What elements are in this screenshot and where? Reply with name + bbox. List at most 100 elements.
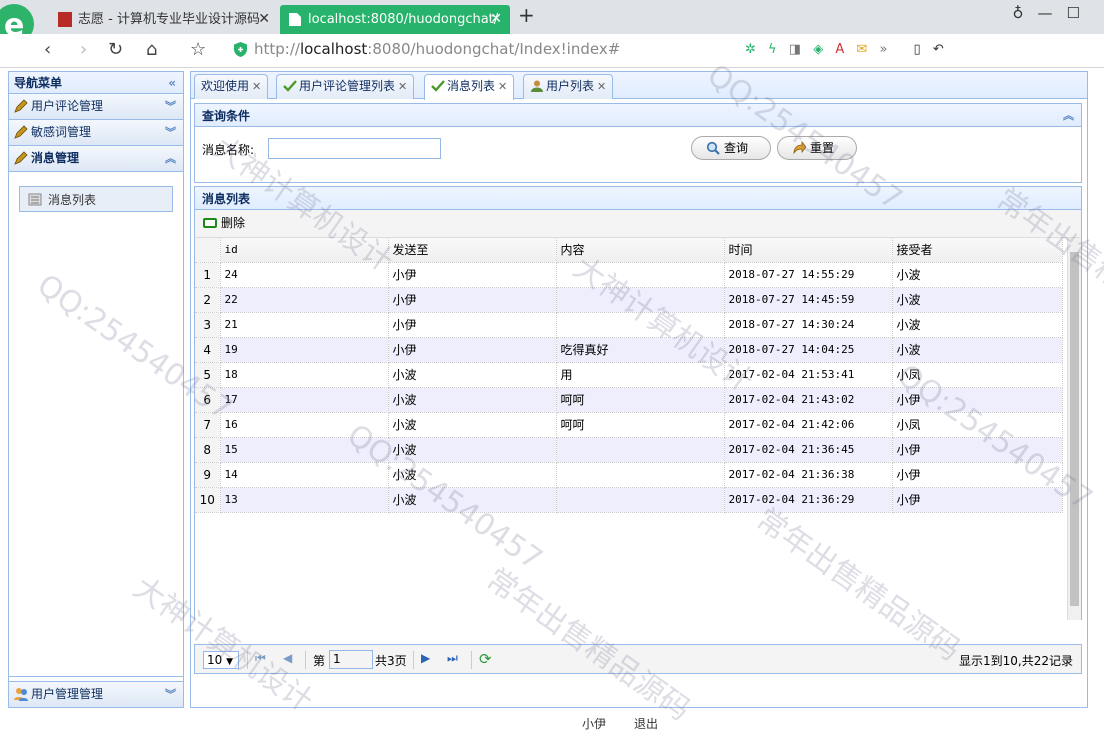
message-name-input[interactable] (268, 138, 441, 159)
translate-icon[interactable]: A (835, 42, 844, 57)
column-header-id[interactable]: id (220, 238, 389, 263)
pencil-icon (14, 99, 28, 113)
cell-content: 用 (556, 362, 725, 388)
tab-comment-list[interactable]: 用户评论管理列表 ✕ (276, 74, 415, 99)
cell-receiver: 小波 (892, 287, 1063, 313)
reload-icon[interactable]: ↻ (108, 39, 123, 60)
cell-id: 16 (220, 412, 389, 438)
reset-button[interactable]: 重置 (777, 136, 857, 160)
url-field[interactable]: http://localhost:8080/huodongchat/Index!… (228, 38, 728, 64)
cell-time: 2017-02-04 21:53:41 (724, 362, 893, 388)
first-page-icon[interactable]: ⏮ (255, 651, 266, 666)
scrollbar-thumb[interactable] (1070, 252, 1079, 606)
table-row[interactable]: 1 24 小伊 2018-07-27 14:55:29 小波 (195, 262, 1063, 288)
table-row[interactable]: 10 13 小波 2017-02-04 21:36:29 小伊 (195, 487, 1063, 513)
tab-welcome[interactable]: 欢迎使用 ✕ (194, 74, 269, 99)
nav-section-users[interactable]: 用户管理管理 ︾ (9, 681, 183, 707)
message-name-label: 消息名称: (202, 143, 255, 157)
cell-time: 2017-02-04 21:43:02 (724, 387, 893, 413)
back-arrow-icon[interactable]: ‹ (44, 39, 51, 60)
phone-icon[interactable]: ▯ (914, 42, 921, 57)
nav-section-label: 敏感词管理 (31, 125, 92, 139)
logout-link[interactable]: 退出 (634, 715, 658, 732)
new-tab-plus-icon[interactable]: + (518, 3, 535, 27)
table-row[interactable]: 7 16 小波 呵呵 2017-02-04 21:42:06 小凤 (195, 412, 1063, 438)
column-header-receiver[interactable]: 接受者 (892, 238, 1063, 263)
shield-icon (234, 42, 247, 57)
search-button-label: 查询 (724, 141, 749, 155)
cell-id: 19 (220, 337, 389, 363)
close-icon[interactable]: ✕ (490, 5, 502, 34)
home-icon[interactable]: ⌂ (146, 39, 157, 60)
main-panel: 欢迎使用 ✕ 用户评论管理列表 ✕ 消息列表 ✕ 用户列表 ✕ 查询条件 ︽ 消息名称: (190, 71, 1088, 708)
search-button[interactable]: 查询 (691, 136, 771, 160)
tab-label: 消息列表 (447, 79, 496, 93)
close-icon[interactable]: ✕ (252, 80, 261, 93)
grid-toolbar: 删除 (194, 210, 1082, 238)
delete-icon (203, 218, 217, 228)
table-row[interactable]: 3 21 小伊 2018-07-27 14:30:24 小波 (195, 312, 1063, 338)
close-icon[interactable]: ✕ (498, 80, 507, 93)
table-row[interactable]: 6 17 小波 呵呵 2017-02-04 21:43:02 小伊 (195, 387, 1063, 413)
page-number-input[interactable]: 1 (329, 650, 373, 669)
column-header-content[interactable]: 内容 (556, 238, 725, 263)
page-size-select[interactable]: 10 ▼ (203, 651, 239, 669)
collapse-left-icon[interactable]: « (168, 72, 176, 94)
cell-id: 15 (220, 437, 389, 463)
nav-section-messages[interactable]: 消息管理 ︽ (9, 146, 183, 172)
cell-time: 2018-07-27 14:55:29 (724, 262, 893, 288)
cell-send-to: 小波 (388, 387, 557, 413)
column-header-time[interactable]: 时间 (724, 238, 893, 263)
chevron-up-icon[interactable]: ︽ (1063, 104, 1074, 128)
forward-arrow-icon[interactable]: › (80, 39, 87, 60)
cell-content (556, 462, 725, 488)
tab-message-list[interactable]: 消息列表 ✕ (424, 74, 515, 100)
table-row[interactable]: 4 19 小伊 吃得真好 2018-07-27 14:04:25 小波 (195, 337, 1063, 363)
nav-section-sensitive-words[interactable]: 敏感词管理 ︾ (9, 120, 183, 146)
vertical-scrollbar[interactable] (1067, 238, 1081, 620)
cell-send-to: 小伊 (388, 312, 557, 338)
chevron-down-icon[interactable]: ︾ (165, 120, 176, 145)
close-icon[interactable]: ✕ (597, 80, 606, 93)
shirt-icon[interactable]: ♁ (1013, 4, 1038, 22)
table-row[interactable]: 8 15 小波 2017-02-04 21:36:45 小伊 (195, 437, 1063, 463)
extension-icons: ✲ ϟ ◨ ◈ A ✉ » ▯ ↶ (745, 42, 952, 57)
browser-tab-1[interactable]: 志愿 - 计算机专业毕业设计源码 ✕ (50, 5, 278, 34)
mail-icon[interactable]: ✉ (856, 42, 867, 57)
shield-extension-icon[interactable]: ◈ (813, 42, 823, 57)
pagination-bar: 10 ▼ ⏮ ◀ 第 1 共3页 ▶ ⏭ ⟳ 显示1到10,共22记录 (194, 644, 1082, 674)
more-icon[interactable]: » (879, 42, 887, 57)
tab-user-list[interactable]: 用户列表 ✕ (523, 74, 614, 99)
window-controls[interactable]: ♁—☐ (1013, 4, 1094, 22)
chevron-down-icon[interactable]: ︾ (165, 682, 176, 707)
next-page-icon[interactable]: ▶ (421, 651, 430, 665)
lightning-icon[interactable]: ϟ (768, 42, 777, 57)
tab-label: 用户列表 (546, 79, 595, 93)
chevron-down-icon[interactable]: ︾ (165, 94, 176, 119)
close-icon[interactable]: ✕ (258, 5, 270, 34)
column-header-send-to[interactable]: 发送至 (388, 238, 557, 263)
sidebar-item-message-list[interactable]: 消息列表 (19, 186, 173, 212)
minimize-icon[interactable]: — (1038, 4, 1067, 22)
nav-section-label: 用户评论管理 (31, 99, 104, 113)
star-icon[interactable]: ☆ (190, 39, 206, 60)
refresh-icon[interactable]: ⟳ (479, 650, 492, 668)
chevron-up-icon[interactable]: ︽ (165, 146, 176, 171)
delete-button[interactable]: 删除 (201, 215, 245, 231)
nav-section-comments[interactable]: 用户评论管理 ︾ (9, 94, 183, 120)
table-row[interactable]: 5 18 小波用 2017-02-04 21:53:41 小凤 (195, 362, 1063, 388)
table-row[interactable]: 2 22 小伊 2018-07-27 14:45:59 小波 (195, 287, 1063, 313)
list-panel: 消息列表 删除 id 发送至 内容 时间 接受者 1 24 小伊 2018-07… (194, 186, 1082, 672)
maximize-icon[interactable]: ☐ (1067, 4, 1094, 22)
previous-page-icon[interactable]: ◀ (283, 651, 292, 665)
extension-icon[interactable]: ◨ (789, 42, 801, 57)
last-page-icon[interactable]: ⏭ (447, 651, 458, 666)
browser-tab-2[interactable]: localhost:8080/huodongchat/ ✕ (280, 5, 510, 34)
table-row[interactable]: 9 14 小波 2017-02-04 21:36:38 小伊 (195, 462, 1063, 488)
extension-gear-icon[interactable]: ✲ (745, 42, 756, 57)
close-icon[interactable]: ✕ (398, 80, 407, 93)
cell-time: 2017-02-04 21:36:38 (724, 462, 893, 488)
undo-icon[interactable]: ↶ (933, 42, 944, 57)
cell-content: 吃得真好 (556, 337, 725, 363)
url-prefix: http:// (254, 40, 300, 58)
